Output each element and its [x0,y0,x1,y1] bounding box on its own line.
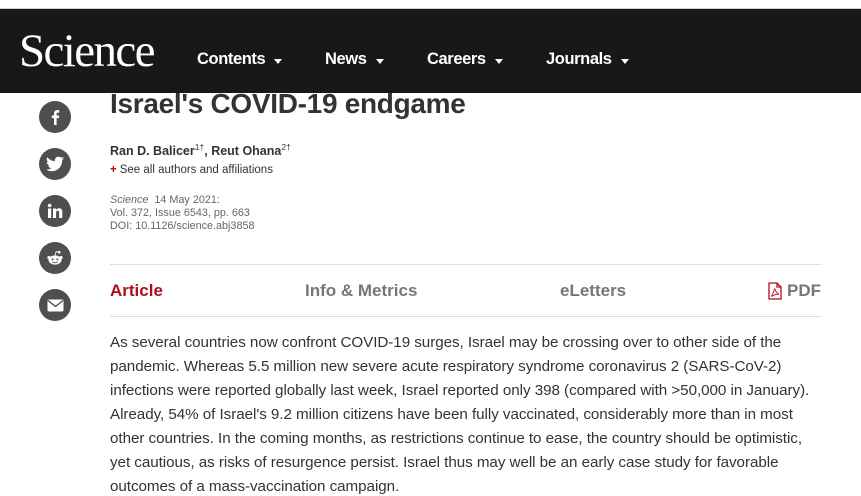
share-email-button[interactable] [39,289,71,321]
share-linkedin-button[interactable] [39,195,71,227]
article-title: Israel's COVID-19 endgame [110,88,466,119]
author-affiliation-marker: 1† [194,142,205,152]
nav-journals[interactable]: Journals [546,47,629,71]
tab-pdf-label: PDF [787,281,821,300]
citation-volume-line: Vol. 372, Issue 6543, pp. 663 [110,207,250,219]
author-link[interactable]: Ran D. Balicer [110,144,195,158]
nav-contents-label: Contents [197,49,266,68]
nav-careers-label: Careers [427,49,486,68]
see-all-authors-link[interactable]: + See all authors and affiliations [110,164,273,176]
article-tabs: Article Info & Metrics eLetters PDF [110,264,821,317]
share-facebook-button[interactable] [39,101,71,133]
chevron-down-icon [494,59,503,64]
citation-doi[interactable]: DOI: 10.1126/science.abj3858 [110,220,254,232]
pdf-file-icon [768,282,782,300]
site-header: Science Contents News Careers Journals [0,9,861,93]
nav-news-label: News [325,49,367,68]
share-twitter-button[interactable] [39,148,71,180]
top-strip [0,0,861,9]
author-affiliation-marker: 2† [281,142,291,152]
see-all-authors-label: See all authors and affiliations [119,164,273,176]
plus-icon: + [110,164,117,176]
chevron-down-icon [375,59,384,64]
journal-name: Science [110,194,149,206]
article-abstract: As several countries now confront COVID-… [110,334,810,495]
chevron-down-icon [620,59,629,64]
twitter-icon [46,156,64,172]
facebook-icon [51,110,60,125]
email-icon [47,299,63,311]
tab-info-metrics[interactable]: Info & Metrics [305,281,417,301]
nav-news[interactable]: News [325,47,384,71]
share-reddit-button[interactable] [39,242,71,274]
author-list: Ran D. Balicer1†, Reut Ohana2† [110,142,291,158]
tab-article[interactable]: Article [110,281,163,301]
science-logo[interactable]: Science [19,26,156,76]
chevron-down-icon [274,59,283,64]
reddit-icon [47,250,63,265]
publication-date: 14 May 2021: [154,194,220,206]
tab-eletters[interactable]: eLetters [560,281,626,301]
nav-careers[interactable]: Careers [427,47,503,71]
nav-journals-label: Journals [546,49,612,68]
tab-pdf[interactable]: PDF [767,281,821,301]
citation-journal-line: Science 14 May 2021: [110,194,220,206]
linkedin-icon [47,203,63,218]
nav-contents[interactable]: Contents [197,47,283,71]
author-link[interactable]: Reut Ohana [211,144,281,158]
